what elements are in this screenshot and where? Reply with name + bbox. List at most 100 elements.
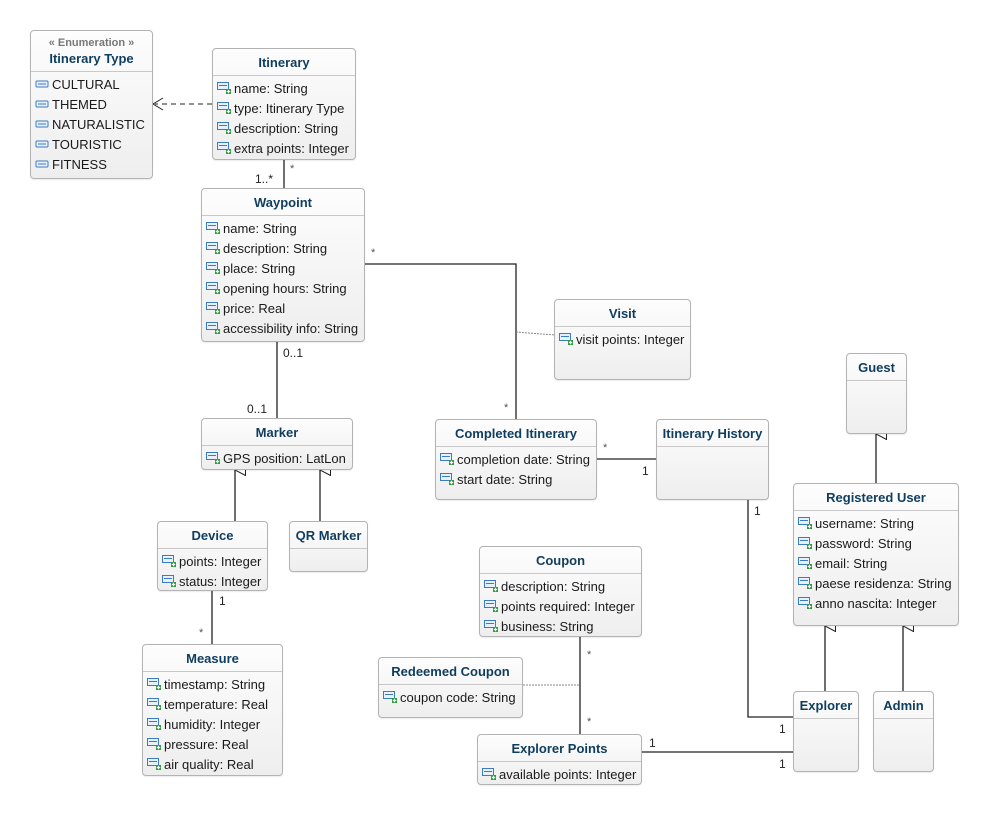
class-registered-user[interactable]: Registered User username: String password…	[793, 483, 959, 626]
multiplicity-label: 1	[779, 757, 786, 771]
class-marker[interactable]: Marker GPS position: LatLon	[201, 418, 353, 470]
attribute-row[interactable]: humidity: Integer	[147, 714, 282, 734]
attribute-text: points required: Integer	[501, 598, 635, 614]
class-name: Coupon	[480, 547, 641, 574]
attribute-row[interactable]: GPS position: LatLon	[206, 448, 352, 468]
attribute-row[interactable]: visit points: Integer	[559, 329, 690, 349]
class-explorer-points[interactable]: Explorer Points available points: Intege…	[477, 734, 642, 785]
attribute-row[interactable]: temperature: Real	[147, 694, 282, 714]
attribute-row[interactable]: completion date: String	[440, 449, 596, 469]
attribute-row[interactable]: place: String	[206, 258, 364, 278]
attribute-row[interactable]: accessibility info: String	[206, 318, 364, 338]
class-name: Itinerary Type	[49, 51, 134, 66]
class-guest[interactable]: Guest	[846, 353, 907, 434]
class-name: Admin	[874, 692, 933, 719]
attribute-icon	[147, 758, 161, 770]
multiplicity-label: 0..1	[283, 346, 304, 360]
attribute-icon	[798, 537, 812, 549]
class-explorer[interactable]: Explorer	[793, 691, 859, 772]
class-itinerary-history[interactable]: Itinerary History	[656, 419, 769, 500]
enum-literal[interactable]: TOURISTIC	[35, 134, 152, 154]
attribute-row[interactable]: paese residenza: String	[798, 573, 958, 593]
attribute-row[interactable]: opening hours: String	[206, 278, 364, 298]
class-itinerary-type[interactable]: « Enumeration » Itinerary Type CULTURAL T…	[30, 30, 153, 179]
attribute-row[interactable]: points required: Integer	[484, 596, 641, 616]
attribute-row[interactable]: name: String	[217, 78, 355, 98]
enum-literal-text: FITNESS	[52, 156, 107, 172]
attribute-text: username: String	[815, 515, 914, 531]
attribute-row[interactable]: description: String	[484, 576, 641, 596]
enum-literal-icon	[35, 120, 49, 128]
class-qr-marker[interactable]: QR Marker	[289, 521, 368, 572]
class-coupon[interactable]: Coupon description: String points require…	[479, 546, 642, 637]
attribute-row[interactable]: start date: String	[440, 469, 596, 489]
enum-literal[interactable]: FITNESS	[35, 154, 152, 174]
attribute-row[interactable]: extra points: Integer	[217, 138, 355, 158]
attribute-text: pressure: Real	[164, 736, 249, 752]
attribute-row[interactable]: business: String	[484, 616, 641, 636]
attribute-row[interactable]: description: String	[206, 238, 364, 258]
multiplicity-label: 1	[754, 504, 761, 518]
class-device[interactable]: Device points: Integer status: Integer	[157, 521, 268, 591]
enum-literal-text: TOURISTIC	[52, 136, 122, 152]
multiplicity-label: 1	[219, 594, 226, 608]
attribute-icon	[206, 222, 220, 234]
attribute-row[interactable]: username: String	[798, 513, 958, 533]
attribute-list: coupon code: String	[379, 685, 522, 707]
attribute-row[interactable]: anno nascita: Integer	[798, 593, 958, 613]
attribute-icon	[206, 322, 220, 334]
class-itinerary[interactable]: Itinerary name: String type: Itinerary Ty…	[212, 48, 356, 160]
multiplicity-label: *	[504, 402, 509, 414]
class-name: Explorer Points	[478, 735, 641, 762]
attribute-row[interactable]: email: String	[798, 553, 958, 573]
multiplicity-label: *	[603, 442, 608, 454]
class-waypoint[interactable]: Waypoint name: String description: String…	[201, 188, 365, 342]
attribute-icon	[484, 620, 498, 632]
enum-literal-icon	[35, 140, 49, 148]
enum-literal[interactable]: CULTURAL	[35, 74, 152, 94]
enum-literal[interactable]: NATURALISTIC	[35, 114, 152, 134]
attribute-row[interactable]: status: Integer	[162, 571, 267, 591]
class-name: Waypoint	[202, 189, 364, 216]
attribute-icon	[206, 262, 220, 274]
attribute-row[interactable]: type: Itinerary Type	[217, 98, 355, 118]
attribute-list: timestamp: String temperature: Real humidi…	[143, 672, 282, 774]
attribute-text: anno nascita: Integer	[815, 595, 937, 611]
attribute-row[interactable]: timestamp: String	[147, 674, 282, 694]
association-class-link-visit	[515, 331, 556, 336]
attribute-list: available points: Integer	[478, 762, 641, 784]
attribute-icon	[147, 738, 161, 750]
attribute-row[interactable]: pressure: Real	[147, 734, 282, 754]
class-name: Itinerary	[213, 49, 355, 76]
class-measure[interactable]: Measure timestamp: String temperature: Re…	[142, 644, 283, 776]
class-redeemed-coupon[interactable]: Redeemed Coupon coupon code: String	[378, 657, 523, 718]
attribute-row[interactable]: price: Real	[206, 298, 364, 318]
attribute-text: name: String	[234, 80, 308, 96]
attribute-icon	[482, 768, 496, 780]
attribute-text: extra points: Integer	[234, 140, 349, 156]
enum-literal[interactable]: THEMED	[35, 94, 152, 114]
class-visit[interactable]: Visit visit points: Integer	[554, 299, 691, 380]
class-name: QR Marker	[290, 522, 367, 549]
attribute-icon	[147, 678, 161, 690]
attribute-row[interactable]: password: String	[798, 533, 958, 553]
class-admin[interactable]: Admin	[873, 691, 934, 772]
attribute-icon	[217, 102, 231, 114]
attribute-row[interactable]: description: String	[217, 118, 355, 138]
class-completed-itinerary[interactable]: Completed Itinerary completion date: Str…	[435, 419, 597, 500]
attribute-icon	[206, 452, 220, 464]
attribute-row[interactable]: available points: Integer	[482, 764, 641, 784]
attribute-row[interactable]: coupon code: String	[383, 687, 522, 707]
attribute-row[interactable]: points: Integer	[162, 551, 267, 571]
class-name: Registered User	[794, 484, 958, 511]
attribute-text: business: String	[501, 618, 594, 634]
attribute-icon	[217, 142, 231, 154]
attribute-icon	[162, 575, 176, 587]
attribute-row[interactable]: air quality: Real	[147, 754, 282, 774]
attribute-row[interactable]: name: String	[206, 218, 364, 238]
attribute-list: username: String password: String email: S…	[794, 511, 958, 613]
attribute-icon	[383, 691, 397, 703]
attribute-list: points: Integer status: Integer	[158, 549, 267, 591]
association-waypoint-completed-itinerary	[364, 263, 517, 420]
multiplicity-label: 1	[642, 464, 649, 478]
